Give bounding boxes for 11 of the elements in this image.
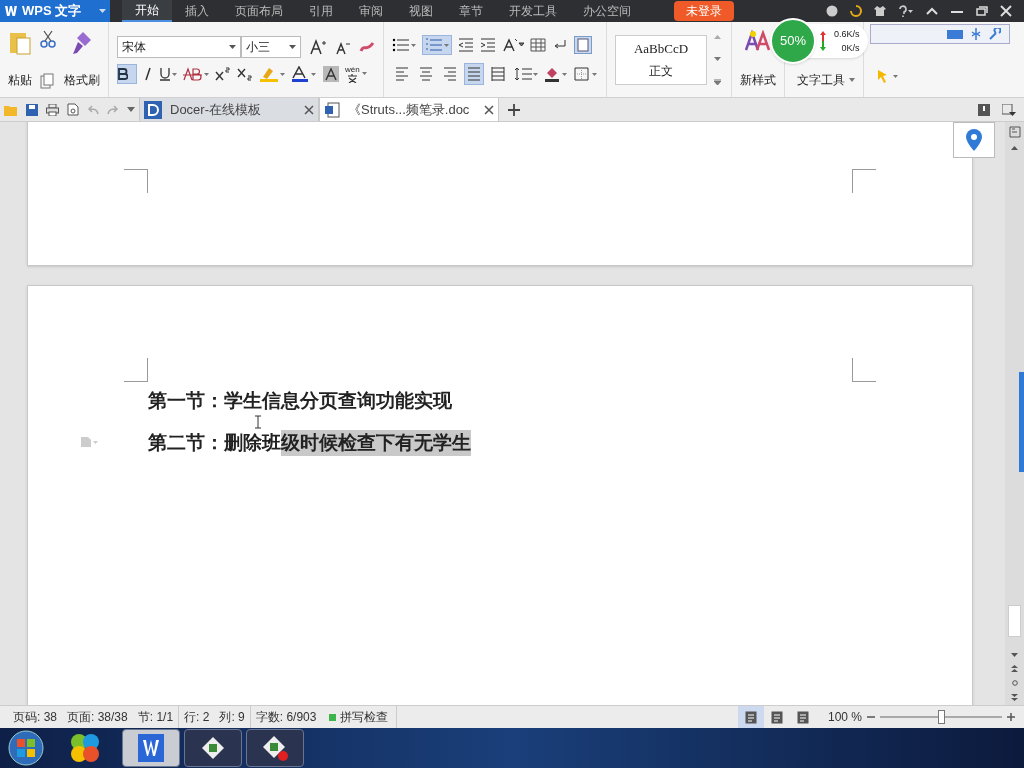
selected-text: 级时候检查下有无学生	[281, 430, 471, 456]
download-speed: 0K/s	[841, 42, 860, 55]
style-name: 正文	[649, 63, 673, 81]
style-preview-text: AaBbCcD	[633, 39, 689, 58]
upload-speed: 0.6K/s	[834, 28, 860, 41]
status-field: 页码: 38	[8, 708, 62, 726]
status-field: 字数: 6/903	[250, 708, 322, 726]
heading-text: 第二节：删除班	[148, 431, 281, 455]
status-field: 行: 2	[179, 708, 215, 726]
status-field: 页面: 38/38	[62, 708, 133, 726]
heading-text: 第一节：学生信息分页查询功能实现	[148, 389, 452, 413]
